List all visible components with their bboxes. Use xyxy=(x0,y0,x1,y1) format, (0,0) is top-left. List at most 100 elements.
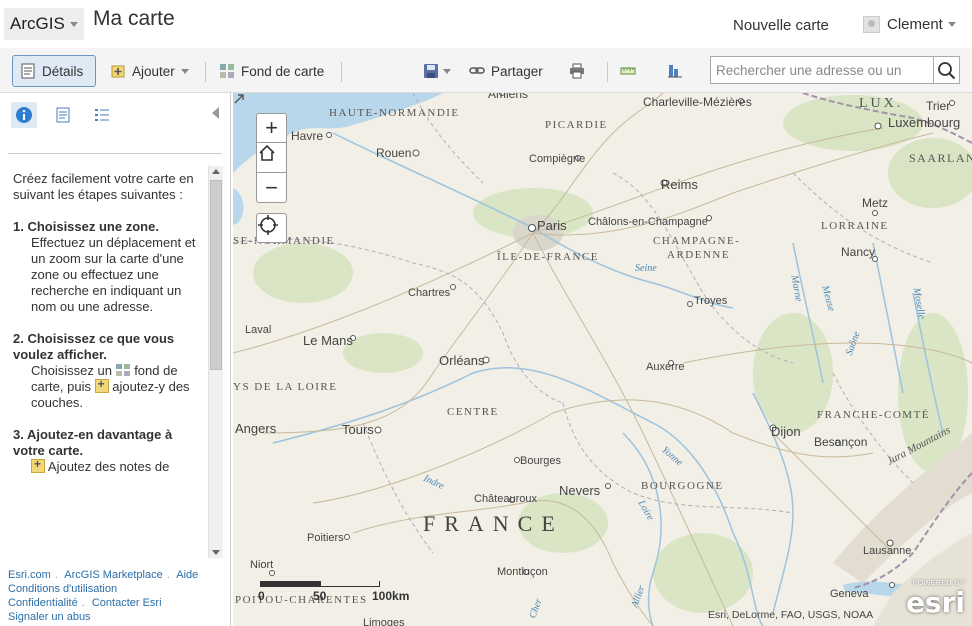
step3-text: Ajoutez des notes de xyxy=(47,459,170,474)
map-label-centre: CENTRE xyxy=(447,406,499,418)
intro-text: Créez facilement votre carte en suivant … xyxy=(13,171,194,202)
divider xyxy=(341,62,342,82)
arcgis-menu[interactable]: ArcGIS xyxy=(4,8,84,40)
home-button[interactable] xyxy=(256,143,287,173)
share-label: Partager xyxy=(491,63,543,79)
map-label-france: FRANCE xyxy=(423,511,564,536)
measure-icon xyxy=(620,63,636,79)
fullscreen-icon[interactable] xyxy=(233,93,245,105)
save-button[interactable] xyxy=(416,55,458,87)
map-label-troyes: Troyes xyxy=(694,295,728,307)
map-label-reims: Reims xyxy=(661,177,698,192)
help-link[interactable]: Aide xyxy=(176,569,198,581)
scroll-thumb[interactable] xyxy=(210,180,222,370)
scroll-down-icon[interactable] xyxy=(212,550,220,555)
map-label-chalons: Châlons-en-Champagne xyxy=(588,216,708,228)
map-label-rouen: Rouen xyxy=(376,146,412,160)
step1-title: 1. Choisissez une zone. xyxy=(13,219,159,234)
map-label-orleans: Orléans xyxy=(439,353,485,368)
add-layer-icon xyxy=(94,376,109,393)
esri-link[interactable]: Esri.com xyxy=(8,569,51,581)
map-label-le-mans: Le Mans xyxy=(303,333,353,348)
details-label: Détails xyxy=(42,63,84,79)
header: ArcGIS Ma carte Nouvelle carte Clement xyxy=(0,0,972,48)
details-icon xyxy=(20,63,36,79)
scale-label: 50 xyxy=(313,589,327,603)
bookmark-icon xyxy=(667,63,683,79)
tab-about[interactable] xyxy=(11,102,37,128)
sidebar-instructions: Créez facilement votre carte en suivant … xyxy=(13,171,205,549)
map-label-charleville: Charleville-Mézières xyxy=(643,95,752,109)
map-label-auxerre: Auxerre xyxy=(646,361,685,373)
map-label-nevers: Nevers xyxy=(559,483,601,498)
esri-logo[interactable]: POWERED BY esri xyxy=(905,580,967,620)
map-label-havre: Havre xyxy=(291,129,324,143)
map-label-saarland: SAARLAN xyxy=(909,151,972,165)
sidebar-footer: Esri.com. ArcGIS Marketplace. Aide Condi… xyxy=(8,569,199,623)
divider xyxy=(8,153,222,154)
info-icon xyxy=(16,107,32,123)
step3-body: Ajoutez des notes de xyxy=(13,456,205,475)
search-button[interactable] xyxy=(934,56,960,84)
tab-legend[interactable] xyxy=(89,102,115,128)
basemap-icon xyxy=(115,364,131,377)
map-label-besancon: Besançon xyxy=(814,435,868,449)
save-icon xyxy=(423,63,439,79)
map-label-lausanne: Lausanne xyxy=(863,545,912,557)
add-layer-icon xyxy=(110,63,126,79)
home-icon xyxy=(259,144,275,161)
step3-title: 3. Ajoutez-en davantage à votre carte. xyxy=(13,427,173,458)
map-label-lorraine: LORRAINE xyxy=(821,220,889,232)
chevron-down-icon xyxy=(443,68,451,74)
contact-link[interactable]: Contacter Esri xyxy=(92,597,162,609)
map-label-seine: Seine xyxy=(635,263,657,274)
map-attribution: Esri, DeLorme, FAO, USGS, NOAA xyxy=(708,609,874,621)
map-label-lux: LUX. xyxy=(859,96,904,111)
link-icon xyxy=(469,63,485,79)
scroll-up-icon[interactable] xyxy=(212,169,220,174)
basemap-icon xyxy=(219,63,235,79)
directions-button[interactable] xyxy=(660,55,690,87)
new-map-link[interactable]: Nouvelle carte xyxy=(733,17,829,34)
map-label-pays-de-la-loire: YS DE LA LOIRE xyxy=(233,381,338,393)
marketplace-link[interactable]: ArcGIS Marketplace xyxy=(64,569,162,581)
share-button[interactable]: Partager xyxy=(462,55,550,87)
privacy-link[interactable]: Confidentialité xyxy=(8,597,78,609)
terms-link[interactable]: Conditions d'utilisation xyxy=(8,583,117,595)
map-label-picardie: PICARDIE xyxy=(545,119,608,131)
zoom-out-button[interactable]: − xyxy=(256,173,287,203)
map-label-ile-de-france: ÎLE-DE-FRANCE xyxy=(497,251,599,263)
divider xyxy=(205,62,206,82)
basemap-topo xyxy=(233,93,972,626)
map-view[interactable]: Amiens Charleville-Mézières LUX. Trier L… xyxy=(233,93,972,626)
chevron-down-icon xyxy=(69,21,78,27)
basemap-button[interactable]: Fond de carte xyxy=(212,55,331,87)
step1-body: Effectuez un déplacement et un zoom sur … xyxy=(31,235,196,314)
tab-content[interactable] xyxy=(50,102,76,128)
collapse-sidebar-icon[interactable] xyxy=(212,107,219,119)
details-button[interactable]: Détails xyxy=(12,55,96,87)
locate-button[interactable] xyxy=(256,213,287,243)
add-layer-icon xyxy=(31,456,45,473)
map-label-geneva: Geneva xyxy=(830,588,869,600)
esri-wordmark: esri xyxy=(905,586,965,619)
zoom-in-button[interactable]: + xyxy=(256,113,287,143)
print-button[interactable] xyxy=(562,55,592,87)
map-label-nancy: Nancy xyxy=(841,245,876,259)
map-label-champagne: CHAMPAGNE- xyxy=(653,235,741,247)
search-input[interactable] xyxy=(710,56,934,84)
report-abuse-link[interactable]: Signaler un abus xyxy=(8,611,91,623)
user-menu[interactable]: Clement xyxy=(863,16,956,33)
map-label-angers: Angers xyxy=(235,421,277,436)
map-label-bourges: Bourges xyxy=(520,455,561,467)
chevron-down-icon xyxy=(180,68,189,74)
sidebar-scrollbar[interactable] xyxy=(208,166,223,558)
chevron-down-icon xyxy=(947,22,956,27)
measure-button[interactable] xyxy=(613,55,643,87)
map-label-compiegne: Compiègne xyxy=(529,153,586,165)
divider xyxy=(607,62,608,82)
map-title[interactable]: Ma carte xyxy=(93,7,175,31)
scale-bar xyxy=(260,581,380,587)
search-icon xyxy=(938,62,956,80)
add-button[interactable]: Ajouter xyxy=(103,55,196,87)
